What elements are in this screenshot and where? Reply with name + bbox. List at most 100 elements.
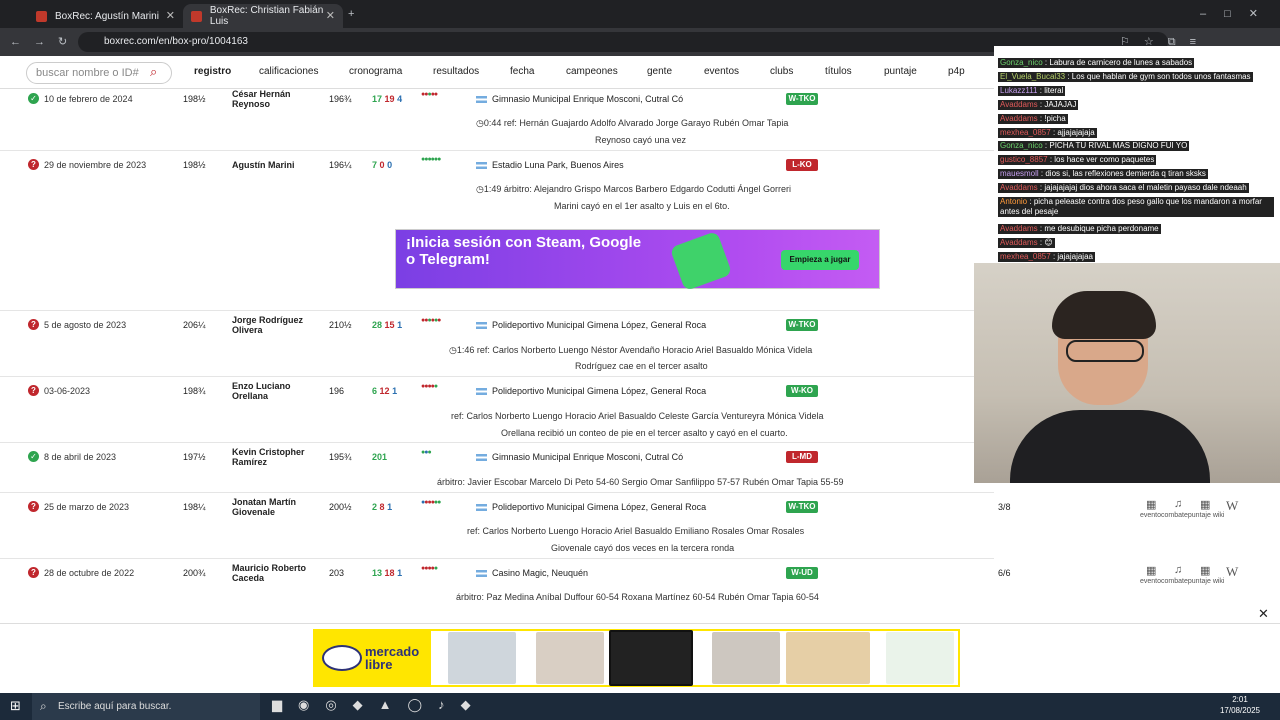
fight-date[interactable]: 29 de noviembre de 2023 <box>44 160 146 170</box>
scorecard-icon[interactable]: ▦ <box>1200 564 1210 577</box>
scorecard-icon[interactable]: ▦ <box>1200 498 1210 511</box>
new-tab-icon[interactable]: + <box>348 0 354 28</box>
gamdom-ad-banner[interactable]: ¡Inicia sesión con Steam, Google o Teleg… <box>395 229 880 292</box>
fight-weight: 198¼ <box>183 502 206 512</box>
product-recliner[interactable] <box>712 632 780 684</box>
handshake-icon <box>322 645 362 671</box>
chat-username: Avaddams <box>1000 223 1038 233</box>
opponent-record: 201 <box>372 452 388 462</box>
opponent-name[interactable]: Jonatan Martín Giovenale <box>232 497 312 517</box>
fight-date[interactable]: 28 de octubre de 2022 <box>44 568 134 578</box>
fight-note: Rodríguez cae en el tercer asalto <box>575 361 708 371</box>
venue[interactable]: Polideportivo Municipal Gimena López, Ge… <box>476 502 706 512</box>
nav-gente[interactable]: gente <box>647 66 672 77</box>
opponent-name[interactable]: Kevin Cristopher Ramírez <box>232 447 312 467</box>
forward-icon[interactable]: → <box>34 28 45 56</box>
fight-date[interactable]: 03-06-2023 <box>44 386 90 396</box>
venue[interactable]: Gimnasio Municipal Enrique Mosconi, Cutr… <box>476 94 683 104</box>
venue-name: Gimnasio Municipal Enrique Mosconi, Cutr… <box>492 452 684 462</box>
fight-date[interactable]: 10 de febrero de 2024 <box>44 94 133 104</box>
calendar-icon[interactable]: ▦ <box>1146 498 1156 511</box>
opponent-name[interactable]: Enzo Luciano Orellana <box>232 381 312 401</box>
officials-text: 0:44 ref: Hernán Guajardo Adolfo Alvarad… <box>483 118 789 128</box>
back-icon[interactable]: ← <box>10 28 21 56</box>
venue[interactable]: Gimnasio Municipal Enrique Mosconi, Cutr… <box>476 452 683 462</box>
bell-icon[interactable]: ♫ <box>1174 498 1182 510</box>
close-tab-icon[interactable]: ✕ <box>166 9 175 22</box>
window-controls[interactable]: –□✕ <box>1200 0 1276 28</box>
argentina-flag-icon <box>476 504 487 511</box>
chat-text: dios si, las reflexiones demierda q tira… <box>1045 169 1206 179</box>
nav-campeones[interactable]: campeones <box>566 66 618 77</box>
product-jacket[interactable] <box>609 630 693 686</box>
glasses <box>1066 340 1144 362</box>
record-draws: 1 <box>387 502 393 512</box>
result-badge: L-MD <box>786 451 818 463</box>
nav-p4p[interactable]: p4p <box>948 66 965 77</box>
search-icon[interactable]: ⌕ <box>150 64 157 80</box>
tab-marini[interactable]: BoxRec: Agustín Marini ✕ <box>28 4 183 28</box>
venue-name: Polideportivo Municipal Gimena López, Ge… <box>492 502 707 512</box>
opponent-name[interactable]: Jorge Rodríguez Olivera <box>232 315 312 335</box>
nav-resultados[interactable]: resultados <box>433 66 479 77</box>
opponent-name[interactable]: César Hernán Reynoso <box>232 89 312 109</box>
nav-calificaciones[interactable]: calificaciones <box>259 66 318 77</box>
record-losses: 0 <box>379 160 385 170</box>
action-labels: eventocombatepuntaje wiki <box>1140 578 1224 585</box>
fight-date[interactable]: 8 de abril de 2023 <box>44 452 116 462</box>
chat-text: Los que hablan de gym son todos unos fan… <box>1071 71 1251 81</box>
fight-date[interactable]: 25 de marzo de 2023 <box>44 502 129 512</box>
unknown-status-icon: ? <box>28 567 39 578</box>
opponent-name[interactable]: Mauricio Roberto Caceda <box>232 563 312 583</box>
wiki-icon[interactable]: W <box>1226 564 1238 580</box>
product-office-chair[interactable] <box>536 632 604 684</box>
nav-fecha[interactable]: fecha <box>510 66 534 77</box>
chat-text: 😊 <box>1044 237 1053 247</box>
nav-puntaje[interactable]: puntaje <box>884 66 917 77</box>
nav-cronograma[interactable]: cronograma <box>349 66 402 77</box>
dice-image <box>669 230 733 292</box>
tab-luis[interactable]: BoxRec: Christian Fabián Luis ✕ <box>183 4 343 28</box>
chat-message: El_Vuela_Bucal33 : Los que hablan de gym… <box>998 71 1253 82</box>
taskbar-clock[interactable]: 2:01 17/08/2025 <box>1210 694 1270 716</box>
nav-registro[interactable]: registro <box>194 66 231 77</box>
product-gaming-chair[interactable] <box>448 632 516 684</box>
close-tab-icon[interactable]: ✕ <box>326 9 335 22</box>
reload-icon[interactable]: ↻ <box>58 28 67 56</box>
nav-clubs[interactable]: clubs <box>770 66 793 77</box>
boxrec-favicon-icon <box>36 10 47 22</box>
action-labels: eventocombatepuntaje wiki <box>1140 512 1224 519</box>
result-badge: W-TKO <box>786 319 818 331</box>
fight-date[interactable]: 5 de agosto de 2023 <box>44 320 126 330</box>
unknown-status-icon: ? <box>28 501 39 512</box>
product-rings[interactable] <box>786 632 870 684</box>
calendar-icon[interactable]: ▦ <box>1146 564 1156 577</box>
venue[interactable]: Polideportivo Municipal Gimena López, Ge… <box>476 386 706 396</box>
chat-username: Avaddams <box>1000 99 1038 109</box>
wiki-icon[interactable]: W <box>1226 498 1238 514</box>
record-losses: 18 <box>384 568 395 578</box>
record-losses: 15 <box>384 320 395 330</box>
nav-eventos[interactable]: eventos <box>704 66 739 77</box>
product-green-chair[interactable] <box>886 632 954 684</box>
venue[interactable]: Casino Magic, Neuquén <box>476 568 588 578</box>
chat-text: me desubique picha perdoname <box>1044 223 1159 233</box>
bell-icon[interactable]: ♫ <box>1174 564 1182 576</box>
result-badge: W-TKO <box>786 93 818 105</box>
record-wins: 28 <box>372 320 383 330</box>
taskbar-apps[interactable]: ▆◉◎◆▲◯♪◆ <box>272 697 532 717</box>
windows-start-icon[interactable]: ⊞ <box>10 698 21 714</box>
opponent-name[interactable]: Agustín Marini <box>232 160 312 170</box>
venue[interactable]: Polideportivo Municipal Gimena López, Ge… <box>476 320 706 330</box>
chat-separator: : <box>1027 197 1034 206</box>
last-6-dots: ●●●●● <box>421 383 438 390</box>
ad-cta-button[interactable]: Empieza a jugar <box>781 250 859 270</box>
taskbar-search[interactable]: Escribe aquí para buscar. <box>32 693 260 720</box>
close-ad-icon[interactable]: ✕ <box>1258 606 1269 622</box>
venue[interactable]: Estadio Luna Park, Buenos Aires <box>476 160 624 170</box>
combate-label: combate <box>1161 578 1188 585</box>
record-draws: 1 <box>392 386 398 396</box>
record-draws: 1 <box>397 568 403 578</box>
venue-name: Polideportivo Municipal Gimena López, Ge… <box>492 320 707 330</box>
nav-titulos[interactable]: títulos <box>825 66 852 77</box>
